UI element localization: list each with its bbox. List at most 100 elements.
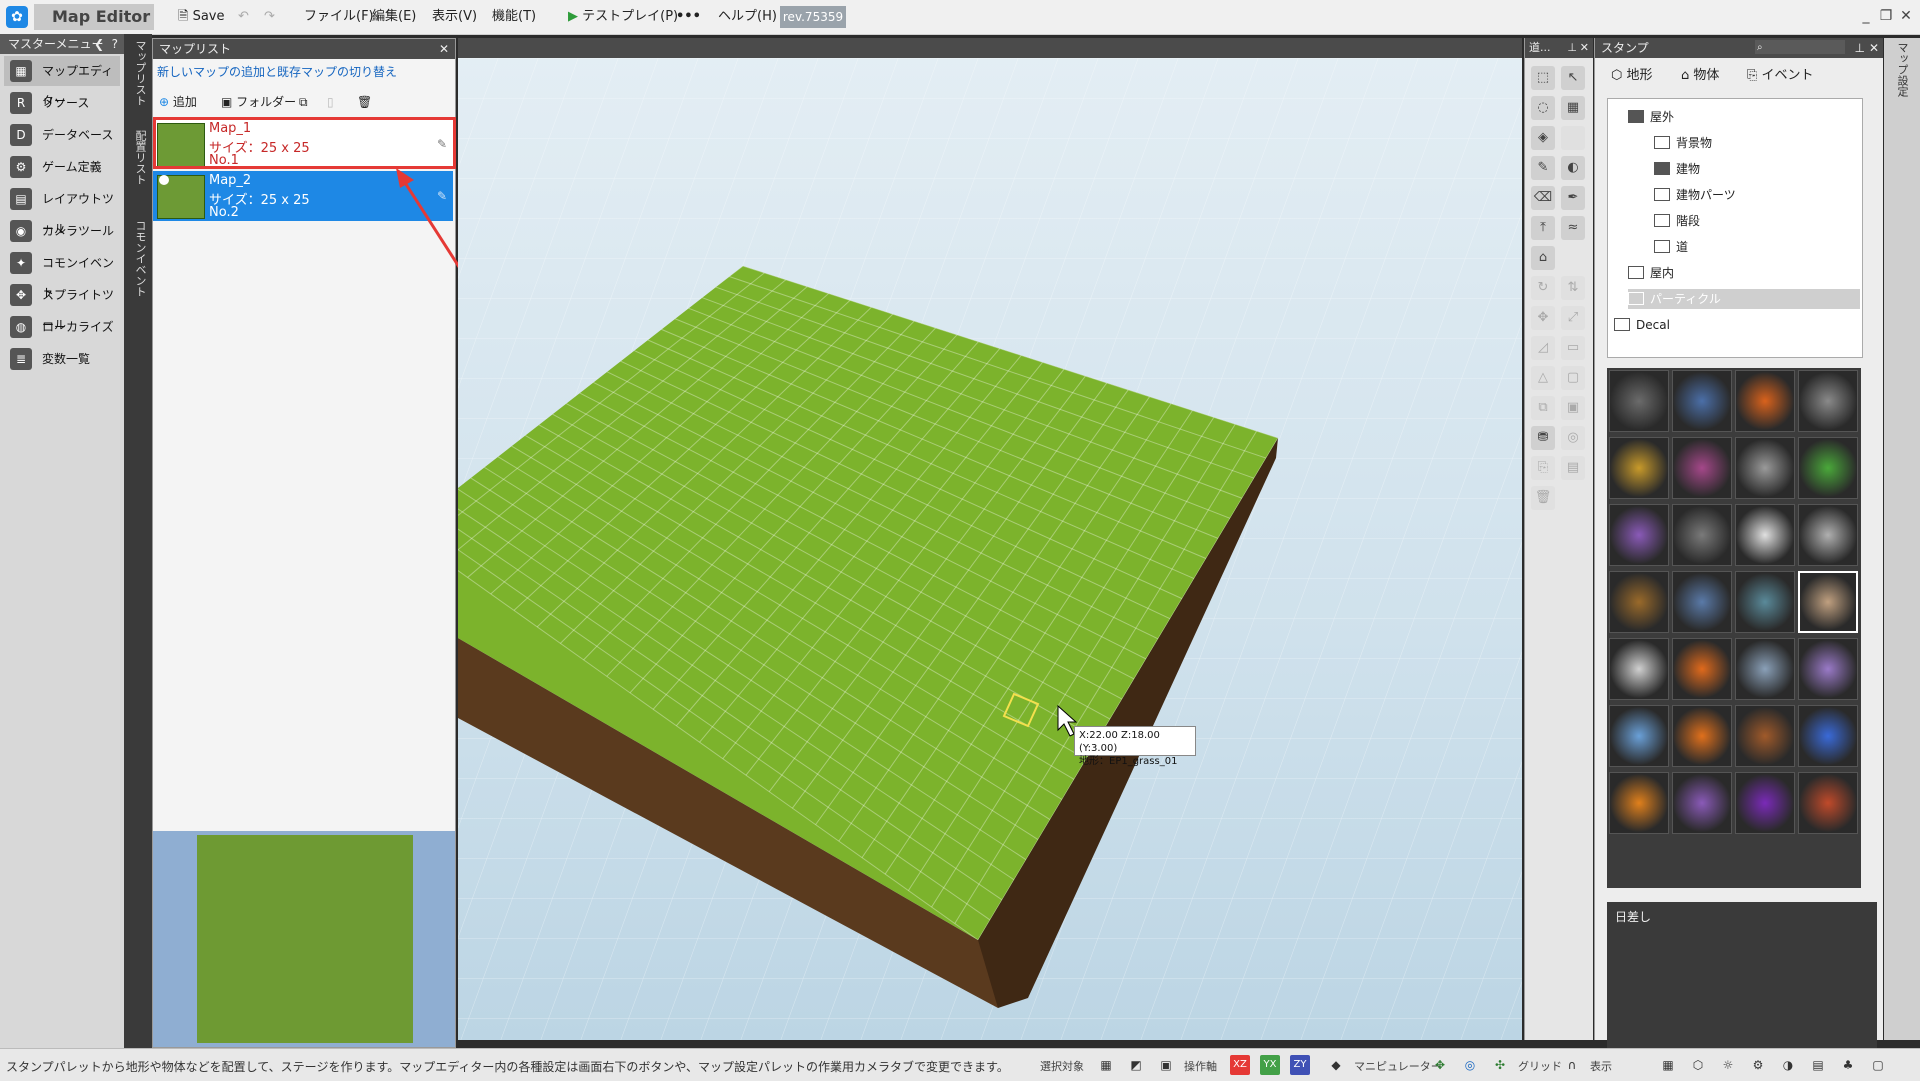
tree-node-building[interactable]: 建物 xyxy=(1654,159,1700,179)
stamp-thumbnail[interactable] xyxy=(1735,504,1795,566)
stamp-thumbnail[interactable] xyxy=(1609,504,1669,566)
tree-node-decal[interactable]: Decal xyxy=(1614,315,1670,335)
master-item-game-definition[interactable]: ⚙ ゲーム定義 xyxy=(4,152,120,182)
stamp-thumbnail[interactable] xyxy=(1735,437,1795,499)
redo-button[interactable]: ↷ xyxy=(258,5,281,29)
stamp-search-input[interactable] xyxy=(1755,40,1845,54)
undo-button[interactable]: ↶ xyxy=(232,5,255,29)
manipulator-icon[interactable]: ◆ xyxy=(1326,1055,1346,1075)
grid-select-tool-icon[interactable]: ▦ xyxy=(1561,96,1585,120)
map-settings-tab[interactable]: マップ設定 xyxy=(1894,42,1910,97)
select-terrain-icon[interactable]: ▦ xyxy=(1096,1055,1116,1075)
menu-edit[interactable]: 編集(E) xyxy=(366,5,422,29)
manipulator-move-icon[interactable]: ✥ xyxy=(1430,1055,1450,1075)
tab-terrain[interactable]: ⬡ 地形 xyxy=(1611,64,1653,88)
minimap[interactable] xyxy=(153,831,455,1047)
stamp-thumbnail[interactable] xyxy=(1798,571,1858,633)
display-tree-icon[interactable]: ♣ xyxy=(1838,1055,1858,1075)
tab-object[interactable]: ⌂ 物体 xyxy=(1681,64,1719,88)
tree-node-road[interactable]: 道 xyxy=(1654,237,1688,257)
map-settings-strip[interactable]: マップ設定 xyxy=(1884,38,1920,1040)
close-icon[interactable]: ✕ xyxy=(439,39,449,59)
vtab-map-list[interactable]: マップリスト xyxy=(128,40,148,106)
display-sphere-icon[interactable]: ◑ xyxy=(1778,1055,1798,1075)
stamp-thumbnail[interactable] xyxy=(1798,437,1858,499)
stamp-thumbnail[interactable] xyxy=(1672,705,1732,767)
duplicate-tool-icon[interactable]: ⎘ xyxy=(1531,456,1555,480)
display-grid-icon[interactable]: ▦ xyxy=(1658,1055,1678,1075)
add-map-button[interactable]: ⊕ 追加 xyxy=(159,91,197,113)
triangle-tool-icon[interactable]: △ xyxy=(1531,366,1555,390)
select-rect-tool-icon[interactable]: ⬚ xyxy=(1531,66,1555,90)
select-object-icon[interactable]: ◩ xyxy=(1126,1055,1146,1075)
stamp-thumbnail[interactable] xyxy=(1735,571,1795,633)
pin-icon[interactable]: ⊥ xyxy=(1855,38,1865,58)
pencil-tool-icon[interactable]: ✎ xyxy=(1531,156,1555,180)
pin-icon[interactable]: ⊥ xyxy=(1567,38,1577,58)
clipboard-tool-icon[interactable]: ▤ xyxy=(1561,456,1585,480)
close-icon[interactable]: ✕ xyxy=(1869,38,1879,58)
test-play-button[interactable]: ▶ テストプレイ(P) xyxy=(562,5,684,29)
tree-node-outdoor[interactable]: 屋外 xyxy=(1628,107,1674,127)
stamp-thumbnail[interactable] xyxy=(1798,705,1858,767)
select-event-icon[interactable]: ▣ xyxy=(1156,1055,1176,1075)
stamp-thumbnail[interactable] xyxy=(1672,370,1732,432)
target-tool-icon[interactable]: ◎ xyxy=(1561,426,1585,450)
scene-canvas[interactable] xyxy=(458,58,1522,1040)
house-tool-icon[interactable]: ⌂ xyxy=(1531,246,1555,270)
close-icon[interactable]: ✕ xyxy=(1580,38,1589,58)
stamp-thumbnail[interactable] xyxy=(1735,772,1795,834)
smooth-tool-icon[interactable]: ≈ xyxy=(1561,216,1585,240)
stamp-thumbnail[interactable] xyxy=(1609,705,1669,767)
move-tool-icon[interactable]: ✥ xyxy=(1531,306,1555,330)
stamp-thumbnail[interactable] xyxy=(1609,571,1669,633)
stamp-thumbnail[interactable] xyxy=(1798,370,1858,432)
menu-help[interactable]: ヘルプ(H) xyxy=(712,5,783,29)
paste-tool-icon[interactable]: ▣ xyxy=(1561,396,1585,420)
vtab-placement-list[interactable]: 配置リスト xyxy=(128,130,148,185)
master-item-localize[interactable]: ◍ ローカライズ xyxy=(4,312,120,342)
master-item-layout-tool[interactable]: ▤ レイアウトツール xyxy=(4,184,120,236)
grid-magnet-icon[interactable]: ∩ xyxy=(1562,1055,1582,1075)
raise-tool-icon[interactable]: ⤒ xyxy=(1531,216,1555,240)
menu-view[interactable]: 表示(V) xyxy=(426,5,483,29)
paste-map-button[interactable]: ▯ xyxy=(327,91,334,113)
master-item-common-event[interactable]: ✦ コモンイベント xyxy=(4,248,120,300)
stamp-thumbnail[interactable] xyxy=(1672,437,1732,499)
stamp-thumbnail[interactable] xyxy=(1798,638,1858,700)
slope-tool-icon[interactable]: ◿ xyxy=(1531,336,1555,360)
copy-tool-icon[interactable]: ⧉ xyxy=(1531,396,1555,420)
scale-tool-icon[interactable]: ⤢ xyxy=(1561,306,1585,330)
copy-map-button[interactable]: ⧉ xyxy=(299,91,308,113)
axis-xz-button[interactable]: XZ xyxy=(1230,1055,1250,1075)
save-button[interactable]: 🗎 Save xyxy=(172,5,231,29)
menu-function[interactable]: 機能(T) xyxy=(486,5,542,29)
stamp-thumbnail[interactable] xyxy=(1609,370,1669,432)
tree-node-stairs[interactable]: 階段 xyxy=(1654,211,1700,231)
axis-yx-button[interactable]: YX xyxy=(1260,1055,1280,1075)
stamp-tool-icon[interactable]: ⛃ xyxy=(1531,426,1555,450)
delete-map-button[interactable]: 🗑 xyxy=(357,91,372,113)
eyedropper-tool-icon[interactable]: ✒ xyxy=(1561,186,1585,210)
stamp-thumbnail[interactable] xyxy=(1798,772,1858,834)
tree-node-background[interactable]: 背景物 xyxy=(1654,133,1712,153)
display-gear-icon[interactable]: ⚙ xyxy=(1748,1055,1768,1075)
display-light-icon[interactable]: ☼ xyxy=(1718,1055,1738,1075)
tree-node-particle[interactable]: パーティクル xyxy=(1628,289,1860,309)
stamp-thumbnail[interactable] xyxy=(1672,638,1732,700)
stamp-thumbnail[interactable] xyxy=(1672,772,1732,834)
help-icon[interactable]: ? xyxy=(112,34,118,54)
stamp-thumbnail[interactable] xyxy=(1798,504,1858,566)
manipulator-rotate-icon[interactable]: ◎ xyxy=(1460,1055,1480,1075)
more-button[interactable]: ••• xyxy=(670,5,707,29)
box-tool-icon[interactable]: ◈ xyxy=(1531,126,1555,150)
frame-tool-icon[interactable]: ▢ xyxy=(1561,366,1585,390)
pointer-tool-icon[interactable]: ↖ xyxy=(1561,66,1585,90)
master-item-camera-tool[interactable]: ◉ カメラツール xyxy=(4,216,120,246)
layer-tool-icon[interactable]: ▭ xyxy=(1561,336,1585,360)
lasso-tool-icon[interactable]: ◌ xyxy=(1531,96,1555,120)
master-item-resource[interactable]: R リソース xyxy=(4,88,120,118)
collapse-icon[interactable]: ❮ xyxy=(94,34,104,54)
stamp-thumbnail[interactable] xyxy=(1735,705,1795,767)
stamp-thumbnail[interactable] xyxy=(1735,638,1795,700)
